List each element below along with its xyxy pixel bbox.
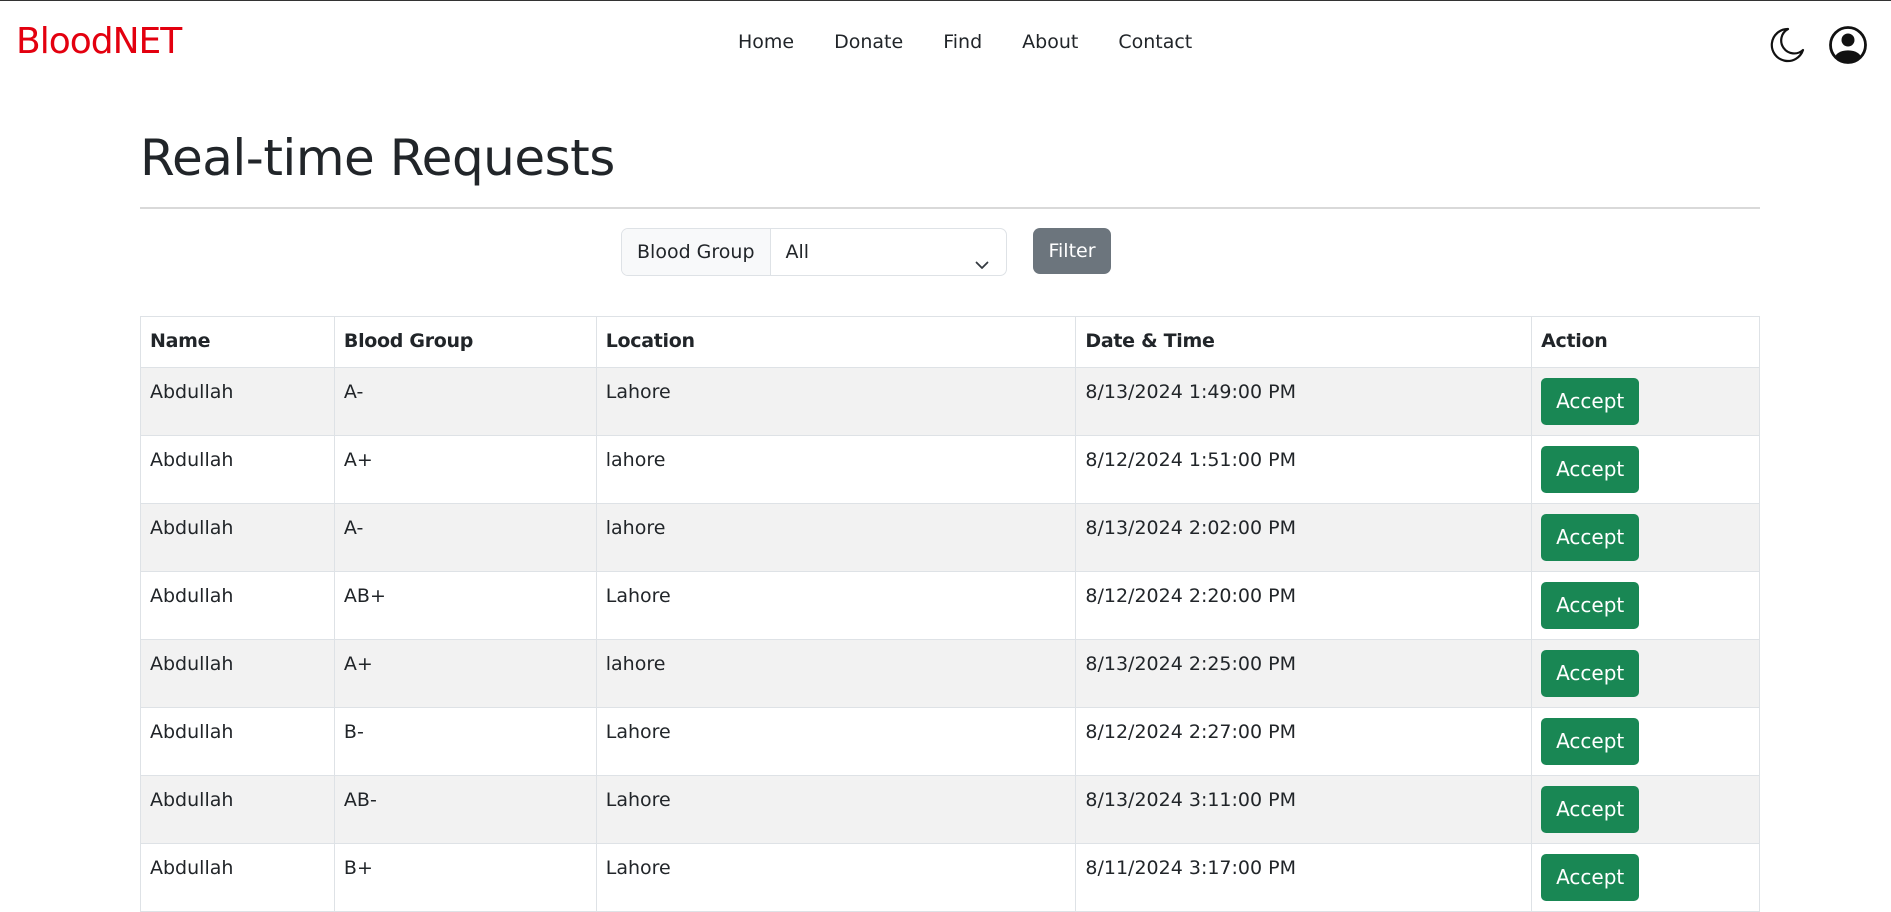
cell-location: lahore: [595, 435, 1077, 504]
accept-button[interactable]: Accept: [1541, 650, 1640, 697]
cell-action: Accept: [1531, 843, 1760, 912]
table-row: Abdullah A+ lahore 8/13/2024 2:25:00 PM …: [140, 639, 1760, 708]
accept-button[interactable]: Accept: [1541, 854, 1640, 901]
cell-location: Lahore: [595, 775, 1077, 844]
cell-action: Accept: [1531, 707, 1760, 776]
cell-date-time: 8/12/2024 2:20:00 PM: [1075, 571, 1533, 640]
nav-home-link[interactable]: Home: [738, 31, 814, 53]
cell-location: lahore: [595, 639, 1077, 708]
cell-date-time: 8/12/2024 1:51:00 PM: [1075, 435, 1533, 504]
cell-blood-group: B+: [333, 843, 597, 912]
column-header-blood-group: Blood Group: [333, 316, 597, 368]
nav-about-link[interactable]: About: [1002, 31, 1098, 53]
cell-blood-group: A-: [333, 503, 597, 572]
filter-button[interactable]: Filter: [1033, 228, 1111, 274]
filter-label: Blood Group: [622, 229, 771, 275]
cell-blood-group: AB-: [333, 775, 597, 844]
blood-group-filter: Blood Group All: [621, 228, 1007, 276]
cell-name: Abdullah: [140, 367, 335, 436]
column-header-action: Action: [1531, 316, 1760, 368]
blood-group-select[interactable]: All: [771, 229, 1006, 275]
blood-group-select-value: All: [785, 241, 810, 263]
cell-name: Abdullah: [140, 707, 335, 776]
cell-date-time: 8/13/2024 1:49:00 PM: [1075, 367, 1533, 436]
cell-name: Abdullah: [140, 775, 335, 844]
requests-table: Name Blood Group Location Date & Time Ac…: [140, 316, 1760, 912]
cell-date-time: 8/12/2024 2:27:00 PM: [1075, 707, 1533, 776]
cell-location: Lahore: [595, 843, 1077, 912]
table-header-row: Name Blood Group Location Date & Time Ac…: [140, 316, 1760, 368]
cell-location: Lahore: [595, 707, 1077, 776]
title-divider: [140, 207, 1760, 209]
chevron-down-icon: [974, 244, 990, 275]
column-header-location: Location: [595, 316, 1077, 368]
moon-icon[interactable]: [1766, 25, 1806, 65]
cell-location: Lahore: [595, 367, 1077, 436]
accept-button[interactable]: Accept: [1541, 446, 1640, 493]
accept-button[interactable]: Accept: [1541, 786, 1640, 833]
cell-date-time: 8/11/2024 3:17:00 PM: [1075, 843, 1533, 912]
cell-location: Lahore: [595, 571, 1077, 640]
table-row: Abdullah A+ lahore 8/12/2024 1:51:00 PM …: [140, 435, 1760, 504]
cell-blood-group: A+: [333, 435, 597, 504]
brand-logo[interactable]: BloodNET: [16, 21, 182, 62]
table-row: Abdullah B- Lahore 8/12/2024 2:27:00 PM …: [140, 707, 1760, 776]
page-title: Real-time Requests: [140, 129, 615, 187]
cell-name: Abdullah: [140, 843, 335, 912]
cell-location: lahore: [595, 503, 1077, 572]
accept-button[interactable]: Accept: [1541, 514, 1640, 561]
nav-donate-link[interactable]: Donate: [814, 31, 923, 53]
cell-action: Accept: [1531, 367, 1760, 436]
cell-action: Accept: [1531, 503, 1760, 572]
table-row: Abdullah A- Lahore 8/13/2024 1:49:00 PM …: [140, 367, 1760, 436]
navbar: BloodNET Home Donate Find About Contact: [0, 1, 1891, 89]
cell-date-time: 8/13/2024 3:11:00 PM: [1075, 775, 1533, 844]
cell-name: Abdullah: [140, 639, 335, 708]
cell-action: Accept: [1531, 775, 1760, 844]
accept-button[interactable]: Accept: [1541, 718, 1640, 765]
nav-links: Home Donate Find About Contact: [738, 31, 1212, 53]
accept-button[interactable]: Accept: [1541, 582, 1640, 629]
user-circle-icon[interactable]: [1828, 25, 1868, 65]
cell-date-time: 8/13/2024 2:02:00 PM: [1075, 503, 1533, 572]
table-row: Abdullah AB+ Lahore 8/12/2024 2:20:00 PM…: [140, 571, 1760, 640]
nav-find-link[interactable]: Find: [923, 31, 1002, 53]
cell-blood-group: AB+: [333, 571, 597, 640]
cell-action: Accept: [1531, 435, 1760, 504]
cell-action: Accept: [1531, 571, 1760, 640]
cell-date-time: 8/13/2024 2:25:00 PM: [1075, 639, 1533, 708]
column-header-name: Name: [140, 316, 335, 368]
accept-button[interactable]: Accept: [1541, 378, 1640, 425]
cell-name: Abdullah: [140, 435, 335, 504]
table-row: Abdullah A- lahore 8/13/2024 2:02:00 PM …: [140, 503, 1760, 572]
table-row: Abdullah B+ Lahore 8/11/2024 3:17:00 PM …: [140, 843, 1760, 912]
cell-name: Abdullah: [140, 503, 335, 572]
cell-blood-group: A+: [333, 639, 597, 708]
cell-blood-group: A-: [333, 367, 597, 436]
table-row: Abdullah AB- Lahore 8/13/2024 3:11:00 PM…: [140, 775, 1760, 844]
nav-contact-link[interactable]: Contact: [1098, 31, 1212, 53]
cell-blood-group: B-: [333, 707, 597, 776]
column-header-date-time: Date & Time: [1075, 316, 1533, 368]
cell-name: Abdullah: [140, 571, 335, 640]
cell-action: Accept: [1531, 639, 1760, 708]
